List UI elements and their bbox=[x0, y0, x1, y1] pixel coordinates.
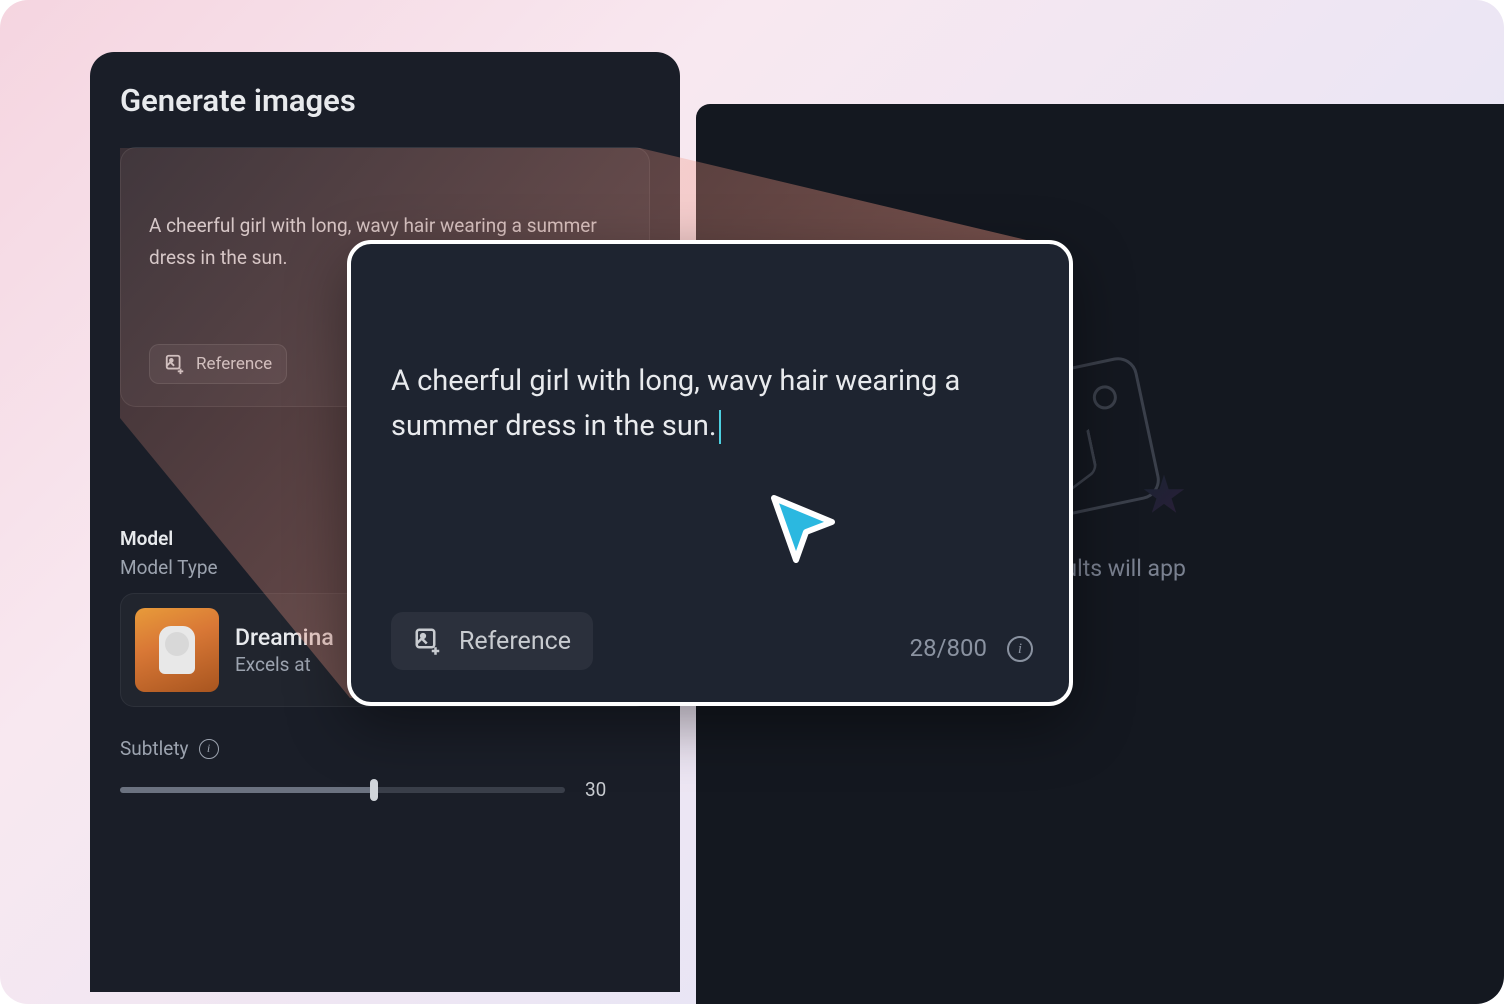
subtlety-value: 30 bbox=[585, 778, 606, 801]
image-add-icon bbox=[164, 353, 186, 375]
image-add-icon bbox=[413, 626, 443, 656]
info-icon[interactable]: i bbox=[199, 739, 219, 759]
text-cursor bbox=[719, 410, 721, 444]
model-description: Excels at bbox=[235, 653, 334, 676]
subtlety-slider-thumb[interactable] bbox=[370, 779, 378, 801]
reference-button-enlarged[interactable]: Reference bbox=[391, 612, 593, 670]
reference-button[interactable]: Reference bbox=[149, 344, 287, 384]
prompt-text-enlarged[interactable]: A cheerful girl with long, wavy hair wea… bbox=[391, 359, 1029, 449]
subtlety-label: Subtlety bbox=[120, 737, 189, 760]
reference-button-label: Reference bbox=[196, 354, 272, 374]
info-icon[interactable]: i bbox=[1007, 636, 1033, 662]
cursor-icon bbox=[762, 488, 844, 570]
model-thumbnail bbox=[135, 608, 219, 692]
panel-title: Generate images bbox=[120, 82, 650, 119]
character-count: 28/800 bbox=[910, 634, 987, 662]
subtlety-slider-fill bbox=[120, 787, 374, 793]
model-name: Dreamina bbox=[235, 624, 334, 651]
subtlety-slider[interactable] bbox=[120, 787, 565, 793]
zoom-callout-box: A cheerful girl with long, wavy hair wea… bbox=[347, 240, 1073, 706]
reference-button-label: Reference bbox=[459, 627, 571, 656]
